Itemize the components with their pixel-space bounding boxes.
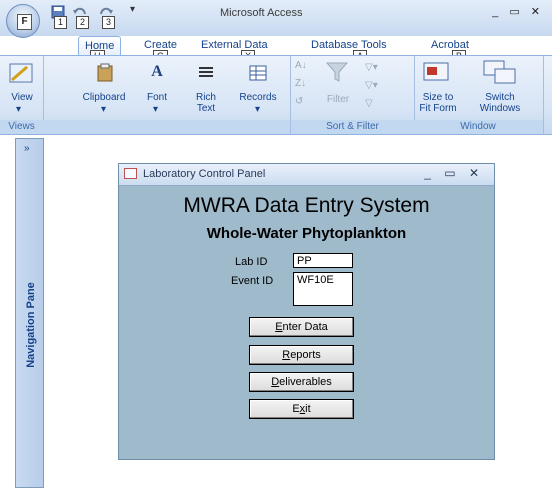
records-icon xyxy=(248,63,268,83)
title-bar: F ▾ 1 2 3 Microsoft Access _ ▭ ✕ xyxy=(0,0,552,38)
sort-filter-group-label: Sort & Filter xyxy=(291,120,414,134)
view-dropdown-icon[interactable]: ▾ xyxy=(16,104,21,115)
advanced-filter-icon[interactable]: ▽▾ xyxy=(365,80,378,91)
qat-keytip-2: 2 xyxy=(76,16,90,29)
clipboard-icon xyxy=(95,63,115,83)
nav-pane-label: Navigation Pane xyxy=(25,282,37,368)
form-icon xyxy=(124,168,137,179)
rich-text-button[interactable]: Rich Text xyxy=(186,92,226,114)
switch-windows-button[interactable]: Switch Windows xyxy=(469,92,531,114)
switch-windows-icon xyxy=(483,60,517,86)
clipboard-button[interactable]: Clipboard xyxy=(75,92,133,103)
tab-external-data[interactable]: External Data xyxy=(195,36,274,56)
clear-sort-icon[interactable]: ↺ xyxy=(295,96,303,107)
views-group: View ▾ Views xyxy=(0,56,44,134)
event-id-field[interactable]: WF10E xyxy=(293,272,353,306)
reports-button[interactable]: Reports xyxy=(249,345,354,365)
size-to-fit-button[interactable]: Size to Fit Form xyxy=(413,92,463,114)
window-controls[interactable]: _ ▭ ✕ xyxy=(492,5,544,18)
views-group-label: Views xyxy=(0,120,43,134)
nav-pane-expand-icon[interactable]: » xyxy=(24,143,30,154)
lab-id-field[interactable]: PP xyxy=(293,253,353,268)
window-group-label: Window xyxy=(413,120,543,134)
font-dropdown-icon[interactable]: ▾ xyxy=(153,104,158,115)
toggle-filter-icon[interactable]: ▽ xyxy=(365,98,373,109)
qat-customize-icon[interactable]: ▾ xyxy=(130,4,146,20)
records-dropdown-icon[interactable]: ▾ xyxy=(255,104,260,115)
tab-acrobat[interactable]: Acrobat xyxy=(425,36,475,56)
filter-button[interactable]: Filter xyxy=(321,94,355,105)
office-button-keytip: F xyxy=(17,14,32,30)
form-title: Laboratory Control Panel xyxy=(143,168,266,180)
filter-icon xyxy=(325,60,349,84)
navigation-pane[interactable]: » Navigation Pane xyxy=(15,138,44,488)
ribbon: View ▾ Views Clipboard ▾ A Font ▾ Rich T… xyxy=(0,55,552,135)
sort-ascending-icon[interactable]: A↓ xyxy=(295,60,307,71)
form-title-bar: Laboratory Control Panel _ ▭ ✕ xyxy=(119,164,494,186)
sort-filter-group: A↓ Z↓ ↺ Filter ▽▾ ▽▾ ▽ Sort & Filter xyxy=(290,56,415,134)
form-heading: MWRA Data Entry System xyxy=(183,194,430,217)
size-to-fit-icon xyxy=(423,62,449,82)
clipboard-dropdown-icon[interactable]: ▾ xyxy=(101,104,106,115)
exit-button[interactable]: Exit xyxy=(249,399,354,419)
form-window-controls[interactable]: _ ▭ ✕ xyxy=(424,166,484,180)
ribbon-tabs: Home Create External Data Database Tools… xyxy=(0,36,552,63)
laboratory-control-panel-form: Laboratory Control Panel _ ▭ ✕ MWRA Data… xyxy=(118,163,495,460)
view-icon xyxy=(7,60,35,88)
tab-database-tools[interactable]: Database Tools xyxy=(305,36,393,56)
deliverables-button[interactable]: Deliverables xyxy=(249,372,354,392)
window-title: Microsoft Access xyxy=(220,7,303,19)
lab-id-label: Lab ID xyxy=(235,256,268,268)
qat-keytip-1: 1 xyxy=(54,16,68,29)
window-group: Size to Fit Form Switch Windows Window xyxy=(413,56,544,134)
office-button[interactable]: F xyxy=(6,4,40,38)
enter-data-button[interactable]: Enter Data xyxy=(249,317,354,337)
home-group-labels-strip xyxy=(43,120,290,134)
selection-filter-icon[interactable]: ▽▾ xyxy=(365,62,378,73)
rich-text-icon xyxy=(196,63,216,83)
font-icon: A xyxy=(151,63,163,80)
view-button[interactable]: View xyxy=(2,92,42,103)
form-subheading: Whole-Water Phytoplankton xyxy=(206,225,407,242)
event-id-label: Event ID xyxy=(231,275,274,287)
records-button[interactable]: Records xyxy=(234,92,282,103)
qat-keytip-3: 3 xyxy=(102,16,116,29)
sort-descending-icon[interactable]: Z↓ xyxy=(295,78,306,89)
font-button[interactable]: Font xyxy=(141,92,173,103)
